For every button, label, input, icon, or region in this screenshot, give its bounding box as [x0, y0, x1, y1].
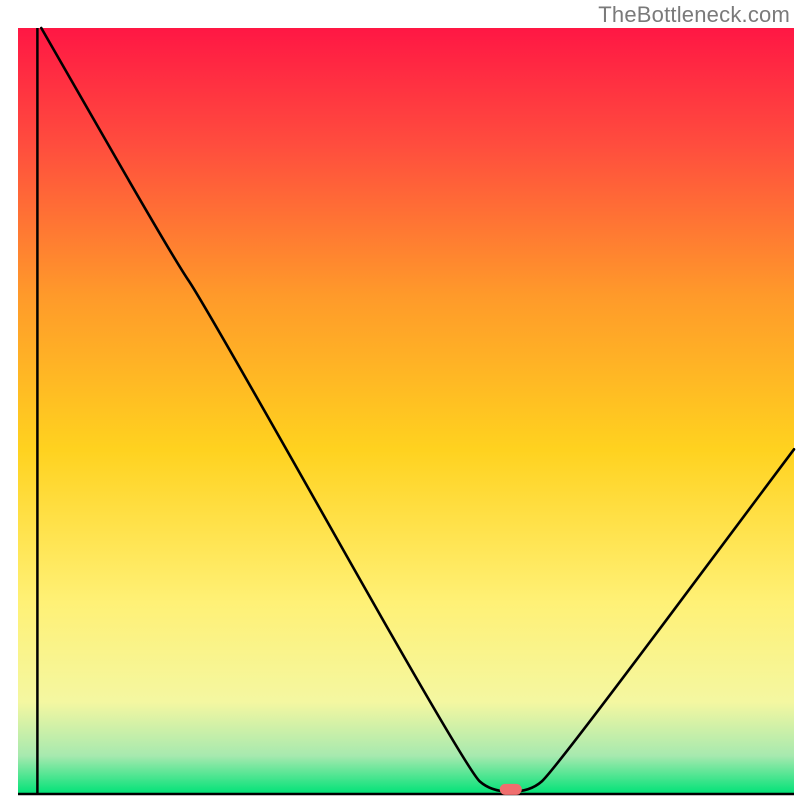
- bottleneck-chart: [0, 0, 800, 800]
- watermark-label: TheBottleneck.com: [598, 2, 790, 28]
- chart-container: TheBottleneck.com: [0, 0, 800, 800]
- marker-sweet-spot: [500, 784, 522, 795]
- chart-background: [18, 28, 794, 794]
